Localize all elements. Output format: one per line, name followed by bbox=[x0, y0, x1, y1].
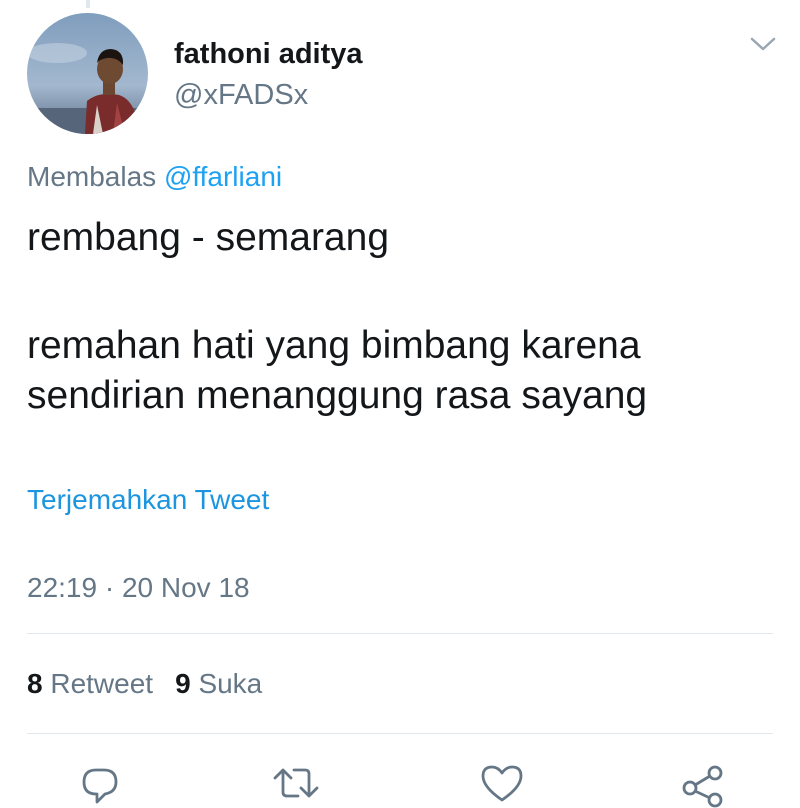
divider bbox=[27, 633, 773, 634]
tweet-text: rembang - semarang remahan hati yang bim… bbox=[27, 213, 767, 421]
tweet-text-line: sendirian menanggung rasa sayang bbox=[27, 374, 648, 417]
divider bbox=[27, 733, 773, 734]
thread-connector bbox=[86, 0, 90, 8]
like-count-link[interactable]: 9 Suka bbox=[175, 668, 262, 699]
tweet-stats: 8 Retweet 9 Suka bbox=[27, 668, 262, 700]
tweet-text-line: rembang - semarang bbox=[27, 216, 390, 259]
heart-icon[interactable] bbox=[477, 758, 527, 808]
like-count: 9 bbox=[175, 668, 191, 699]
share-icon[interactable] bbox=[679, 758, 729, 808]
author-display-name[interactable]: fathoni aditya bbox=[174, 38, 363, 71]
reply-context: Membalas @ffarliani bbox=[27, 161, 282, 193]
retweet-count: 8 bbox=[27, 668, 43, 699]
avatar[interactable] bbox=[27, 13, 148, 134]
avatar-photo bbox=[27, 13, 148, 134]
tweet-timestamp[interactable]: 22:19 · 20 Nov 18 bbox=[27, 572, 250, 604]
tweet-text-line: remahan hati yang bimbang karena bbox=[27, 324, 641, 367]
retweet-count-link[interactable]: 8 Retweet bbox=[27, 668, 153, 699]
reply-prefix: Membalas bbox=[27, 161, 164, 192]
reply-icon[interactable] bbox=[75, 758, 125, 808]
retweet-label: Retweet bbox=[50, 668, 154, 699]
reply-mention-link[interactable]: @ffarliani bbox=[164, 161, 282, 192]
like-label: Suka bbox=[198, 668, 263, 699]
author-handle[interactable]: @xFADSx bbox=[174, 79, 308, 112]
translate-tweet-link[interactable]: Terjemahkan Tweet bbox=[27, 484, 269, 516]
chevron-down-icon[interactable] bbox=[749, 33, 777, 55]
retweet-icon[interactable] bbox=[271, 758, 321, 808]
